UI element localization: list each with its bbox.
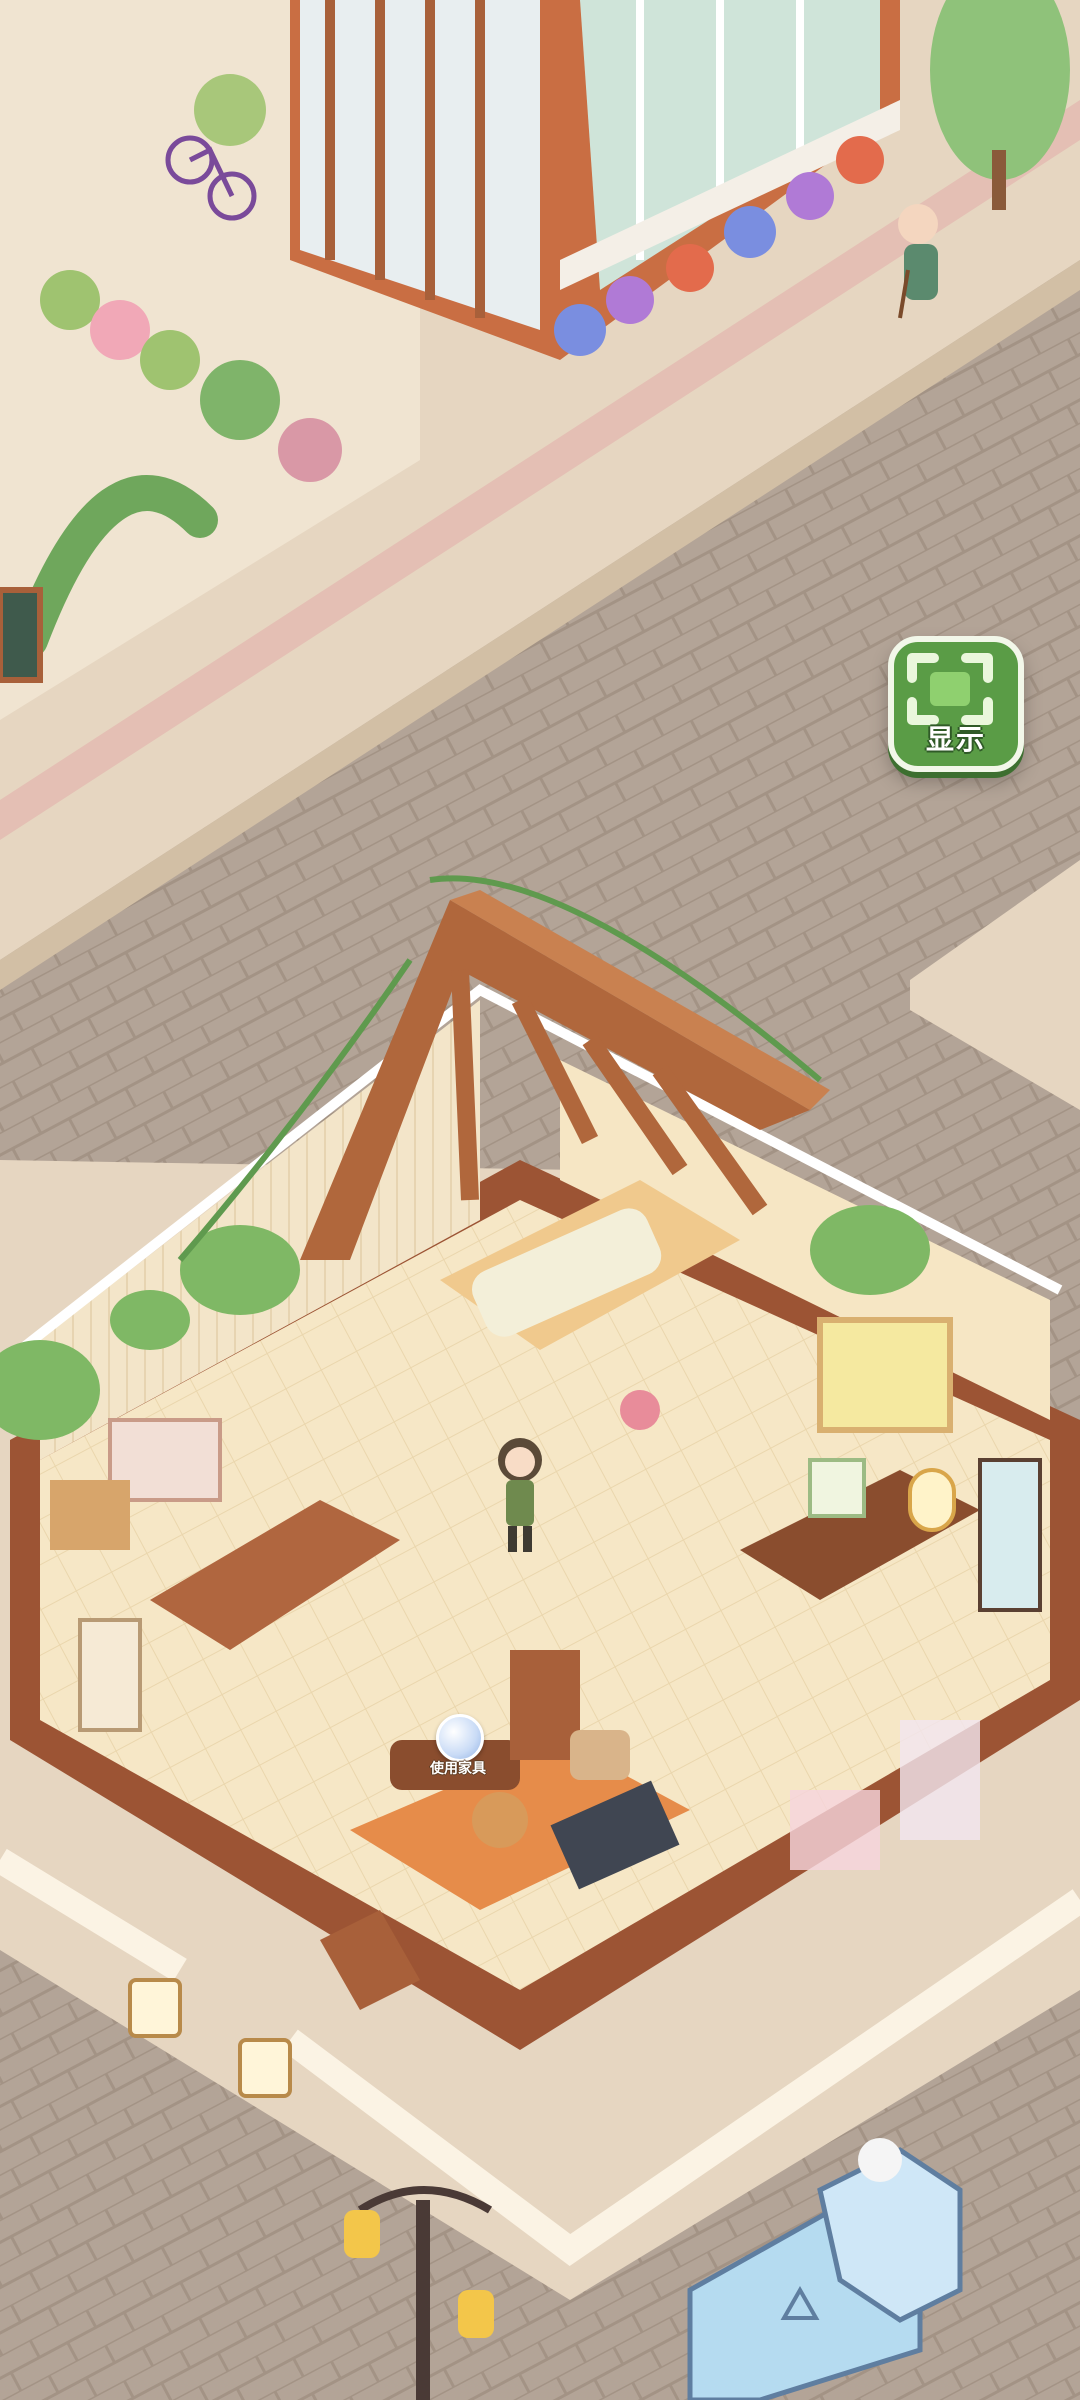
city-map[interactable]: [0, 0, 1080, 2400]
bubble-icon: [436, 1714, 484, 1762]
teddy-bear: [620, 1390, 660, 1430]
chalkboard: [0, 587, 43, 683]
washing-machine: [808, 1458, 866, 1518]
armchair: [570, 1730, 630, 1780]
fence-sign: [128, 1978, 182, 2038]
fridge: [78, 1618, 142, 1732]
house-window: [817, 1317, 953, 1433]
shower: [978, 1458, 1042, 1612]
show-button-label: 显示: [925, 723, 986, 756]
frame-corners-icon: [907, 653, 993, 725]
use-furniture-label: 使用家具: [430, 1761, 486, 1777]
mirror: [908, 1468, 956, 1532]
bookshelf: [510, 1650, 580, 1760]
use-furniture-button[interactable]: 使用家具: [418, 1714, 498, 1804]
clothes-rack: [790, 1790, 880, 1870]
game-scene[interactable]: 显示 使用家具: [0, 0, 1080, 2400]
show-button[interactable]: 显示: [888, 636, 1024, 772]
